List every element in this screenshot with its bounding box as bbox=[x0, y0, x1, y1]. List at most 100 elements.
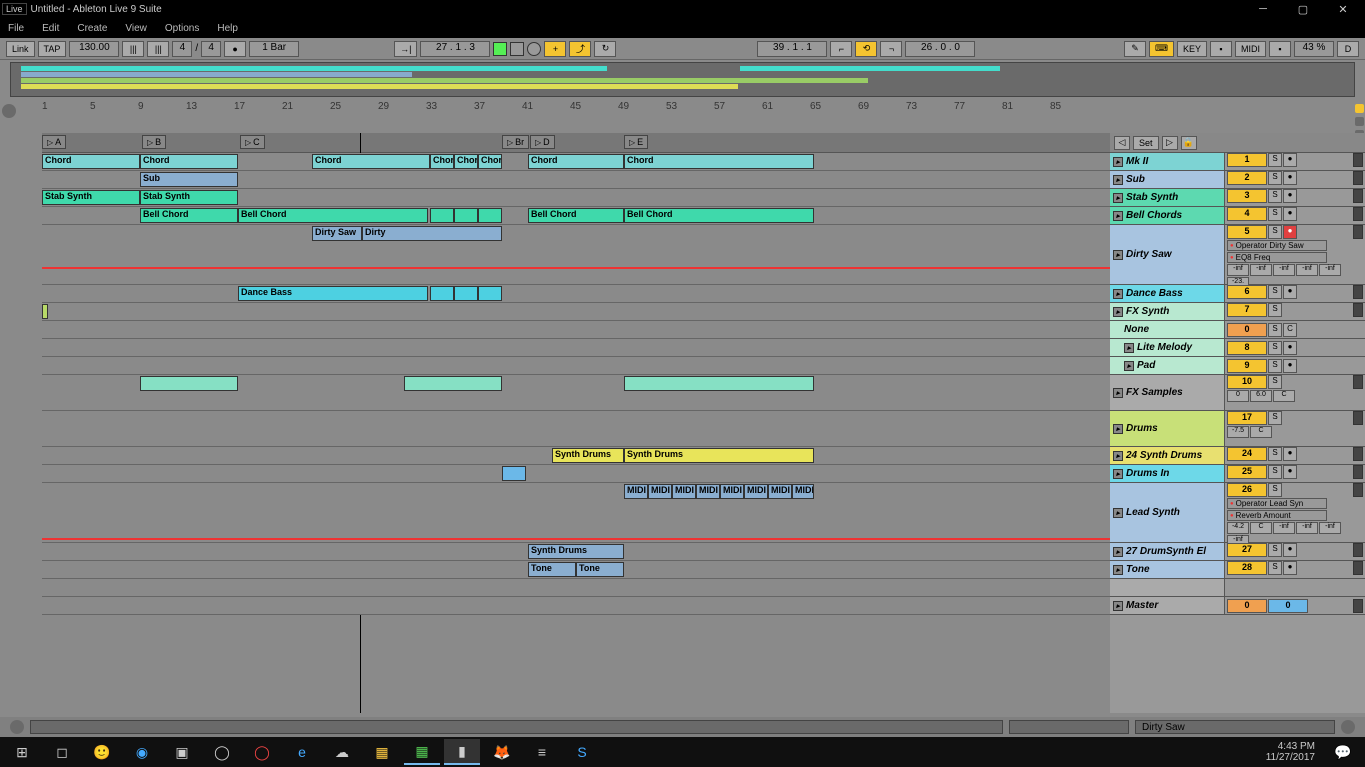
lock-locator[interactable]: 🔒 bbox=[1181, 136, 1197, 150]
arm-button[interactable]: ● bbox=[1283, 207, 1297, 221]
detail-toggle-icon[interactable] bbox=[1341, 720, 1355, 734]
track-play-icon[interactable]: ▸ bbox=[1113, 547, 1123, 557]
master-lane[interactable] bbox=[42, 597, 1110, 615]
track-header[interactable]: ▸FX Synth7S bbox=[1110, 303, 1365, 321]
track-lane[interactable]: Synth DrumsSynth Drums bbox=[42, 447, 1110, 465]
track-play-icon[interactable]: ▸ bbox=[1113, 451, 1123, 461]
clip[interactable] bbox=[430, 286, 454, 301]
param-value[interactable]: -inf bbox=[1250, 264, 1272, 276]
track-name[interactable]: ▸Tone bbox=[1110, 561, 1225, 578]
clip[interactable] bbox=[624, 376, 814, 391]
track-lane[interactable]: Synth Drums bbox=[42, 543, 1110, 561]
selected-device[interactable]: Dirty Saw bbox=[1135, 720, 1335, 734]
clip[interactable]: Chord bbox=[624, 154, 814, 169]
param-value[interactable]: -inf bbox=[1319, 522, 1341, 534]
track-lane[interactable] bbox=[42, 579, 1110, 597]
track-lane[interactable]: Stab SynthStab Synth bbox=[42, 189, 1110, 207]
sig-denominator[interactable]: 4 bbox=[201, 41, 221, 57]
sends-toggle[interactable] bbox=[1355, 117, 1364, 126]
track-name[interactable]: ▸Pad bbox=[1110, 357, 1225, 374]
clip[interactable]: MIDI bbox=[744, 484, 768, 499]
arm-button[interactable]: ● bbox=[1283, 543, 1297, 557]
track-name[interactable]: ▸24 Synth Drums bbox=[1110, 447, 1225, 464]
solo-button[interactable]: S bbox=[1268, 207, 1282, 221]
track-header[interactable]: None0SC bbox=[1110, 321, 1365, 339]
track-name[interactable]: ▸27 DrumSynth El bbox=[1110, 543, 1225, 560]
prev-locator[interactable]: ◁ bbox=[1114, 136, 1130, 150]
track-header[interactable]: ▸FX Samples10S06.0C bbox=[1110, 375, 1365, 411]
clip[interactable]: Bell Chord bbox=[528, 208, 624, 223]
arm-button[interactable]: ● bbox=[1283, 359, 1297, 373]
track-activator[interactable]: 8 bbox=[1227, 341, 1267, 355]
track-name[interactable]: ▸Sub bbox=[1110, 171, 1225, 188]
nudge-up[interactable]: ||| bbox=[147, 41, 169, 57]
clip[interactable]: Synth Drums bbox=[528, 544, 624, 559]
track-lane[interactable]: Dance Bass bbox=[42, 285, 1110, 303]
clip[interactable] bbox=[430, 208, 454, 223]
track-lane[interactable] bbox=[42, 357, 1110, 375]
device-chooser[interactable]: Operator Dirty Saw bbox=[1227, 240, 1327, 251]
loop-length[interactable]: 26 . 0 . 0 bbox=[905, 41, 975, 57]
clip[interactable]: Chord bbox=[140, 154, 238, 169]
param-value[interactable]: C bbox=[1250, 426, 1272, 438]
track-lane[interactable] bbox=[42, 339, 1110, 357]
track-lane[interactable]: Sub bbox=[42, 171, 1110, 189]
solo-button[interactable]: S bbox=[1268, 561, 1282, 575]
arm-button[interactable]: ● bbox=[1283, 447, 1297, 461]
solo-button[interactable]: S bbox=[1268, 359, 1282, 373]
track-play-icon[interactable]: ▸ bbox=[1113, 307, 1123, 317]
track-lane[interactable]: Dirty SawDirty bbox=[42, 225, 1110, 285]
clip[interactable]: Chor bbox=[430, 154, 454, 169]
solo-button[interactable]: S bbox=[1268, 465, 1282, 479]
track-activator[interactable]: 5 bbox=[1227, 225, 1267, 239]
track-name[interactable]: ▸Drums bbox=[1110, 411, 1225, 446]
track-header[interactable]: ▸Sub2S● bbox=[1110, 171, 1365, 189]
solo-button[interactable]: S bbox=[1268, 323, 1282, 337]
key-map[interactable]: KEY bbox=[1177, 41, 1207, 57]
clip[interactable]: MIDI bbox=[720, 484, 744, 499]
taskbar-app-5[interactable]: ▦ bbox=[404, 739, 440, 765]
draw-mode[interactable]: ✎ bbox=[1124, 41, 1146, 57]
clip[interactable] bbox=[478, 208, 502, 223]
punch-in[interactable]: ⌐ bbox=[830, 41, 852, 57]
param-value[interactable]: -inf bbox=[1273, 264, 1295, 276]
track-lane[interactable] bbox=[42, 465, 1110, 483]
master-val-2[interactable]: 0 bbox=[1268, 599, 1308, 613]
track-header[interactable]: ▸Dirty Saw5S●Operator Dirty SawEQ8 Freq-… bbox=[1110, 225, 1365, 285]
track-lane[interactable] bbox=[42, 375, 1110, 411]
track-activator[interactable]: 7 bbox=[1227, 303, 1267, 317]
clip[interactable]: MIDI bbox=[792, 484, 814, 499]
metronome-button[interactable]: ● bbox=[224, 41, 246, 57]
solo-button[interactable]: S bbox=[1268, 411, 1282, 425]
track-header[interactable]: ▸Drums In25S● bbox=[1110, 465, 1365, 483]
track-header[interactable]: ▸Tone28S● bbox=[1110, 561, 1365, 579]
track-activator[interactable]: 24 bbox=[1227, 447, 1267, 461]
quantize-menu[interactable]: 1 Bar bbox=[249, 41, 299, 57]
taskbar-app-4[interactable]: ☁ bbox=[324, 739, 360, 765]
locator-A[interactable]: A bbox=[42, 135, 66, 149]
param-value[interactable]: 6.0 bbox=[1250, 390, 1272, 402]
taskbar-ableton[interactable]: ▮ bbox=[444, 739, 480, 765]
device-chooser[interactable]: Operator Lead Syn bbox=[1227, 498, 1327, 509]
taskbar-firefox[interactable]: 🦊 bbox=[484, 739, 520, 765]
reenable-automation[interactable]: ↻ bbox=[594, 41, 616, 57]
overdub-button[interactable]: + bbox=[544, 41, 566, 57]
master-name[interactable]: ▸Master bbox=[1110, 597, 1225, 614]
param-value[interactable]: -inf bbox=[1319, 264, 1341, 276]
taskbar-opera[interactable]: ◯ bbox=[244, 739, 280, 765]
secondary-scrollbar[interactable] bbox=[1009, 720, 1129, 734]
track-activator[interactable]: 2 bbox=[1227, 171, 1267, 185]
solo-button[interactable]: S bbox=[1268, 375, 1282, 389]
arm-button[interactable]: ● bbox=[1283, 225, 1297, 239]
track-lane[interactable]: ToneTone bbox=[42, 561, 1110, 579]
track-play-icon[interactable]: ▸ bbox=[1113, 289, 1123, 299]
taskbar-edge[interactable]: e bbox=[284, 739, 320, 765]
menu-view[interactable]: View bbox=[125, 23, 147, 34]
clip[interactable] bbox=[478, 286, 502, 301]
solo-button[interactable]: S bbox=[1268, 543, 1282, 557]
track-header[interactable]: ▸Mk II1S● bbox=[1110, 153, 1365, 171]
track-activator[interactable]: 27 bbox=[1227, 543, 1267, 557]
play-button[interactable] bbox=[493, 42, 507, 56]
solo-button[interactable]: S bbox=[1268, 447, 1282, 461]
locator-C[interactable]: C bbox=[240, 135, 265, 149]
